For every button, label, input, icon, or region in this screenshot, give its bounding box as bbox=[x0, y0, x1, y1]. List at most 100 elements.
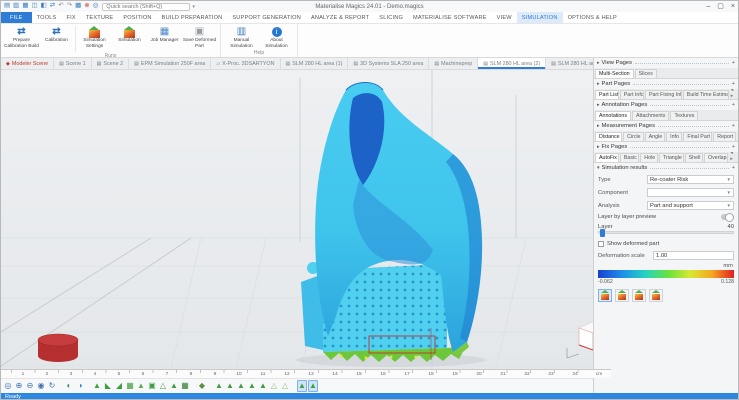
prepare-calibration-build-button[interactable]: Prepare Calibration Build bbox=[4, 25, 39, 49]
toolbar-icon[interactable]: ◣ bbox=[103, 380, 113, 392]
scene-tab[interactable]: ▤ Scene 1 bbox=[54, 58, 92, 69]
panel-tab[interactable]: Final Part bbox=[683, 132, 712, 141]
result-cube-button[interactable] bbox=[632, 289, 646, 302]
ribbon-tab[interactable]: ANALYZE & REPORT bbox=[306, 12, 374, 23]
search-input[interactable] bbox=[102, 3, 190, 11]
scene-tab[interactable]: ▤ SLM 280 HL area (1) bbox=[281, 58, 349, 69]
toolbar-icon[interactable]: ◐ bbox=[64, 380, 74, 392]
calibration-coupon[interactable] bbox=[38, 334, 78, 362]
save-deformed-part-button[interactable]: Save Deformed Part bbox=[182, 25, 217, 49]
toolbar-icon[interactable]: ▲ bbox=[214, 380, 224, 392]
slider-thumb[interactable] bbox=[600, 229, 605, 237]
result-cube-button[interactable] bbox=[649, 289, 663, 302]
simulation-button[interactable]: Simulation bbox=[112, 25, 147, 44]
manual-simulation-button[interactable]: Manual Simulation bbox=[224, 25, 259, 49]
quick-access-icon[interactable]: ↶ bbox=[58, 3, 63, 10]
toolbar-icon[interactable]: ▲ bbox=[258, 380, 268, 392]
ribbon-tab[interactable]: FIX bbox=[62, 12, 81, 23]
quick-access-icon[interactable]: ◧ bbox=[41, 3, 47, 10]
quick-access-icon[interactable]: ⇄ bbox=[50, 3, 55, 10]
calibration-button[interactable]: Calibration bbox=[39, 25, 74, 44]
quick-access-icon[interactable]: ◎ bbox=[93, 3, 99, 10]
type-dropdown[interactable]: Re-coater Risk ▼ bbox=[647, 175, 734, 184]
scene-tab[interactable]: ▤ EPM Simulation 250F area bbox=[129, 58, 211, 69]
ribbon-tab[interactable]: MATERIALISE SOFTWARE bbox=[408, 12, 492, 23]
toolbar-icon[interactable] bbox=[291, 380, 296, 392]
ribbon-tab[interactable]: SUPPORT GENERATION bbox=[227, 12, 306, 23]
window-control-button[interactable]: – bbox=[706, 3, 710, 10]
tab-scroll-arrows[interactable]: ◂ ▸ bbox=[730, 89, 737, 99]
ribbon-tab[interactable]: FILE bbox=[1, 12, 32, 23]
component-dropdown[interactable]: ▼ bbox=[647, 188, 734, 197]
panel-tab[interactable]: Shell bbox=[685, 153, 703, 162]
scene-tab[interactable]: ▤ SLM 280 HL area (3) bbox=[546, 58, 593, 69]
ribbon-tab[interactable]: TOOLS bbox=[32, 12, 62, 23]
panel-tab[interactable]: Build Time Estimation bbox=[683, 90, 729, 99]
add-icon[interactable]: + bbox=[732, 123, 735, 129]
panel-tab[interactable]: Info bbox=[666, 132, 682, 141]
toolbar-icon[interactable]: ▲ bbox=[169, 380, 179, 392]
toolbar-icon[interactable]: ▦ bbox=[180, 380, 190, 392]
ribbon-tab[interactable]: POSITION bbox=[118, 12, 156, 23]
result-cube-button[interactable] bbox=[615, 289, 629, 302]
scene-tab[interactable]: ▤ SLM 280 HL area (2) bbox=[478, 58, 546, 69]
viewport-3d[interactable] bbox=[1, 70, 593, 369]
toolbar-icon[interactable] bbox=[58, 380, 63, 392]
toolbar-icon[interactable] bbox=[191, 380, 196, 392]
toolbar-icon[interactable] bbox=[208, 380, 213, 392]
toolbar-icon[interactable]: ▲ bbox=[308, 380, 318, 392]
panel-tab[interactable]: Part Info bbox=[620, 90, 644, 99]
toolbar-icon[interactable]: ▲ bbox=[236, 380, 246, 392]
panel-tab[interactable]: Circle bbox=[623, 132, 644, 141]
toolbar-icon[interactable]: ▦ bbox=[125, 380, 135, 392]
toolbar-icon[interactable]: ▲ bbox=[297, 380, 307, 392]
scene-tab[interactable]: ◆ Modeler Scene bbox=[1, 58, 54, 69]
section-header[interactable]: ▸ Part Pages + bbox=[594, 79, 738, 89]
result-cube-button[interactable] bbox=[598, 289, 612, 302]
quick-access-icon[interactable]: ▦ bbox=[22, 3, 28, 10]
viewport-canvas[interactable] bbox=[1, 70, 593, 369]
quick-access-icon[interactable]: ⊗ bbox=[84, 3, 89, 10]
ribbon-tab[interactable]: SIMULATION bbox=[517, 12, 563, 23]
chevron-down-icon[interactable]: ▾ bbox=[192, 4, 195, 10]
show-deformed-checkbox[interactable] bbox=[598, 241, 604, 247]
scene-tab[interactable]: ▤ Scene 2 bbox=[92, 58, 130, 69]
ribbon-tab[interactable]: TEXTURE bbox=[81, 12, 119, 23]
panel-tab[interactable]: AutoFix bbox=[595, 153, 619, 162]
quick-access-icon[interactable]: ↷ bbox=[67, 3, 72, 10]
toolbar-icon[interactable]: △ bbox=[269, 380, 279, 392]
layer-preview-toggle[interactable] bbox=[721, 214, 734, 220]
panel-tab[interactable]: Distance bbox=[595, 132, 622, 141]
toolbar-icon[interactable]: ↻ bbox=[47, 380, 57, 392]
toolbar-icon[interactable]: ▣ bbox=[147, 380, 157, 392]
section-header[interactable]: ▸ Annotation Pages + bbox=[594, 100, 738, 110]
section-header[interactable]: ▾ Simulation results + bbox=[594, 163, 738, 173]
panel-tab[interactable]: Triangle bbox=[659, 153, 684, 162]
quick-access-icon[interactable]: ▥ bbox=[13, 3, 19, 10]
toolbar-icon[interactable]: ▲ bbox=[92, 380, 102, 392]
section-header[interactable]: ▸ Fix Pages + bbox=[594, 142, 738, 152]
toolbar-icon[interactable]: ◉ bbox=[36, 380, 46, 392]
add-icon[interactable]: + bbox=[732, 165, 735, 171]
toolbar-icon[interactable]: ⊖ bbox=[25, 380, 35, 392]
toolbar-icon[interactable]: ▲ bbox=[136, 380, 146, 392]
quick-access-icon[interactable]: ▩ bbox=[75, 3, 81, 10]
quick-access-icon[interactable]: ◫ bbox=[31, 3, 37, 10]
panel-tab[interactable]: Hole bbox=[640, 153, 658, 162]
panel-tab[interactable]: Basic bbox=[620, 153, 639, 162]
ribbon-tab[interactable]: BUILD PREPARATION bbox=[157, 12, 228, 23]
panel-tab[interactable]: Slices bbox=[635, 69, 657, 78]
add-icon[interactable]: + bbox=[732, 144, 735, 150]
panel-tab[interactable]: Multi-Section bbox=[595, 69, 634, 78]
toolbar-icon[interactable]: ◆ bbox=[197, 380, 207, 392]
simulation-settings-button[interactable]: Simulation Settings bbox=[77, 25, 112, 49]
panel-tab[interactable]: Attachments bbox=[632, 111, 669, 120]
add-icon[interactable]: + bbox=[732, 60, 735, 66]
panel-tab[interactable]: Angle bbox=[645, 132, 666, 141]
panel-tab[interactable]: Report bbox=[713, 132, 736, 141]
toolbar-icon[interactable]: ⊕ bbox=[14, 380, 24, 392]
section-header[interactable]: ▸ View Pages + bbox=[594, 58, 738, 68]
toolbar-icon[interactable] bbox=[86, 380, 91, 392]
panel-tab[interactable]: Textures bbox=[670, 111, 698, 120]
deformation-scale-input[interactable] bbox=[653, 251, 734, 260]
